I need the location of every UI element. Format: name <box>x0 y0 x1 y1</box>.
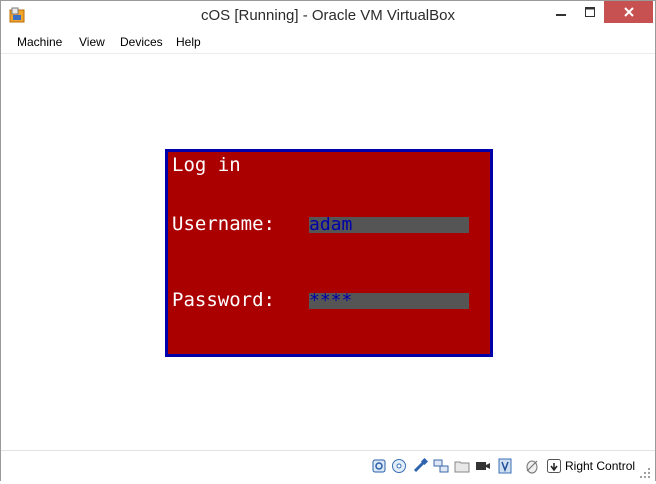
menu-view[interactable]: View <box>79 35 105 49</box>
usb-icon[interactable] <box>412 457 429 474</box>
virtualbox-window: cOS [Running] - Oracle VM VirtualBox Mac… <box>0 0 656 481</box>
hard-disk-icon[interactable] <box>371 458 387 474</box>
password-field[interactable]: **** <box>309 293 469 309</box>
menu-help[interactable]: Help <box>176 35 201 49</box>
login-dialog: Log in Username: adam Password: **** <box>165 149 493 357</box>
minimize-icon <box>556 14 566 16</box>
close-icon <box>623 7 634 17</box>
username-field[interactable]: adam <box>309 217 469 233</box>
close-button[interactable] <box>604 1 653 23</box>
maximize-icon <box>585 7 595 17</box>
password-label: Password: <box>172 289 275 311</box>
menu-machine[interactable]: Machine <box>17 35 62 49</box>
mouse-integration-icon[interactable] <box>524 458 540 474</box>
network-icon[interactable] <box>433 458 449 474</box>
menu-bar: Machine View Devices Help <box>1 31 655 54</box>
host-key-label: Right Control <box>565 459 636 473</box>
video-capture-icon[interactable] <box>475 458 491 474</box>
shared-folders-icon[interactable] <box>454 458 470 474</box>
username-label: Username: <box>172 213 275 235</box>
login-title: Log in <box>172 154 241 176</box>
minimize-button[interactable] <box>546 1 576 23</box>
menu-devices[interactable]: Devices <box>120 35 163 49</box>
resize-grip-icon[interactable] <box>639 466 651 478</box>
optical-drive-icon[interactable] <box>391 458 407 474</box>
status-bar: Right Control <box>1 450 655 481</box>
guest-display[interactable]: Log in Username: adam Password: **** <box>1 54 655 450</box>
virtualization-icon[interactable] <box>497 458 513 474</box>
host-key-icon[interactable] <box>546 458 562 474</box>
title-bar[interactable]: cOS [Running] - Oracle VM VirtualBox <box>1 1 655 31</box>
maximize-button[interactable] <box>576 1 604 23</box>
